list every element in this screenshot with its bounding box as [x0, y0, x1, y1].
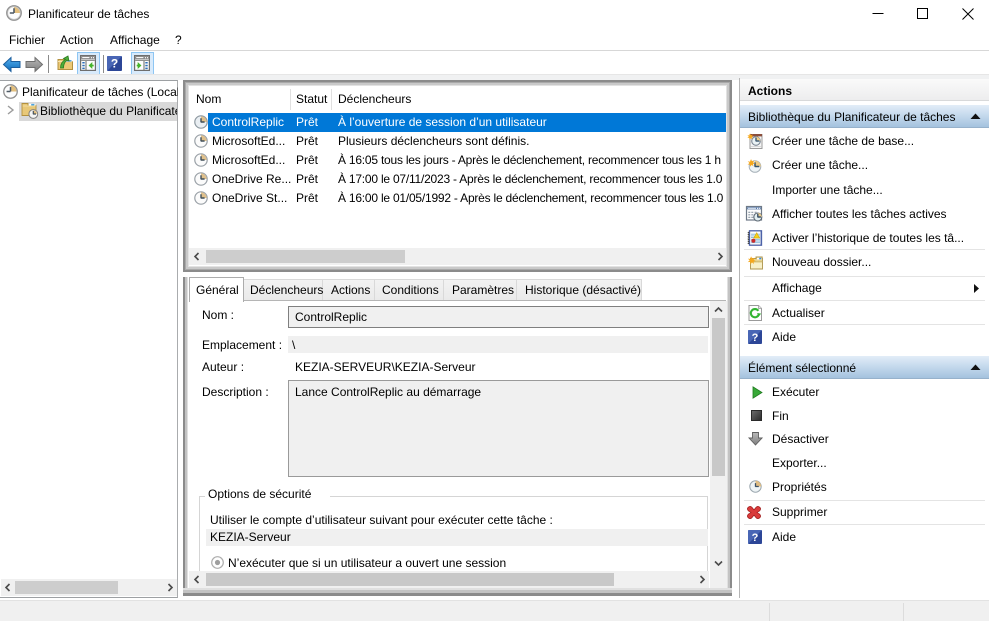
svg-text:?: ? [752, 532, 759, 544]
svg-text:?: ? [752, 332, 759, 344]
svg-text:?: ? [111, 57, 118, 71]
